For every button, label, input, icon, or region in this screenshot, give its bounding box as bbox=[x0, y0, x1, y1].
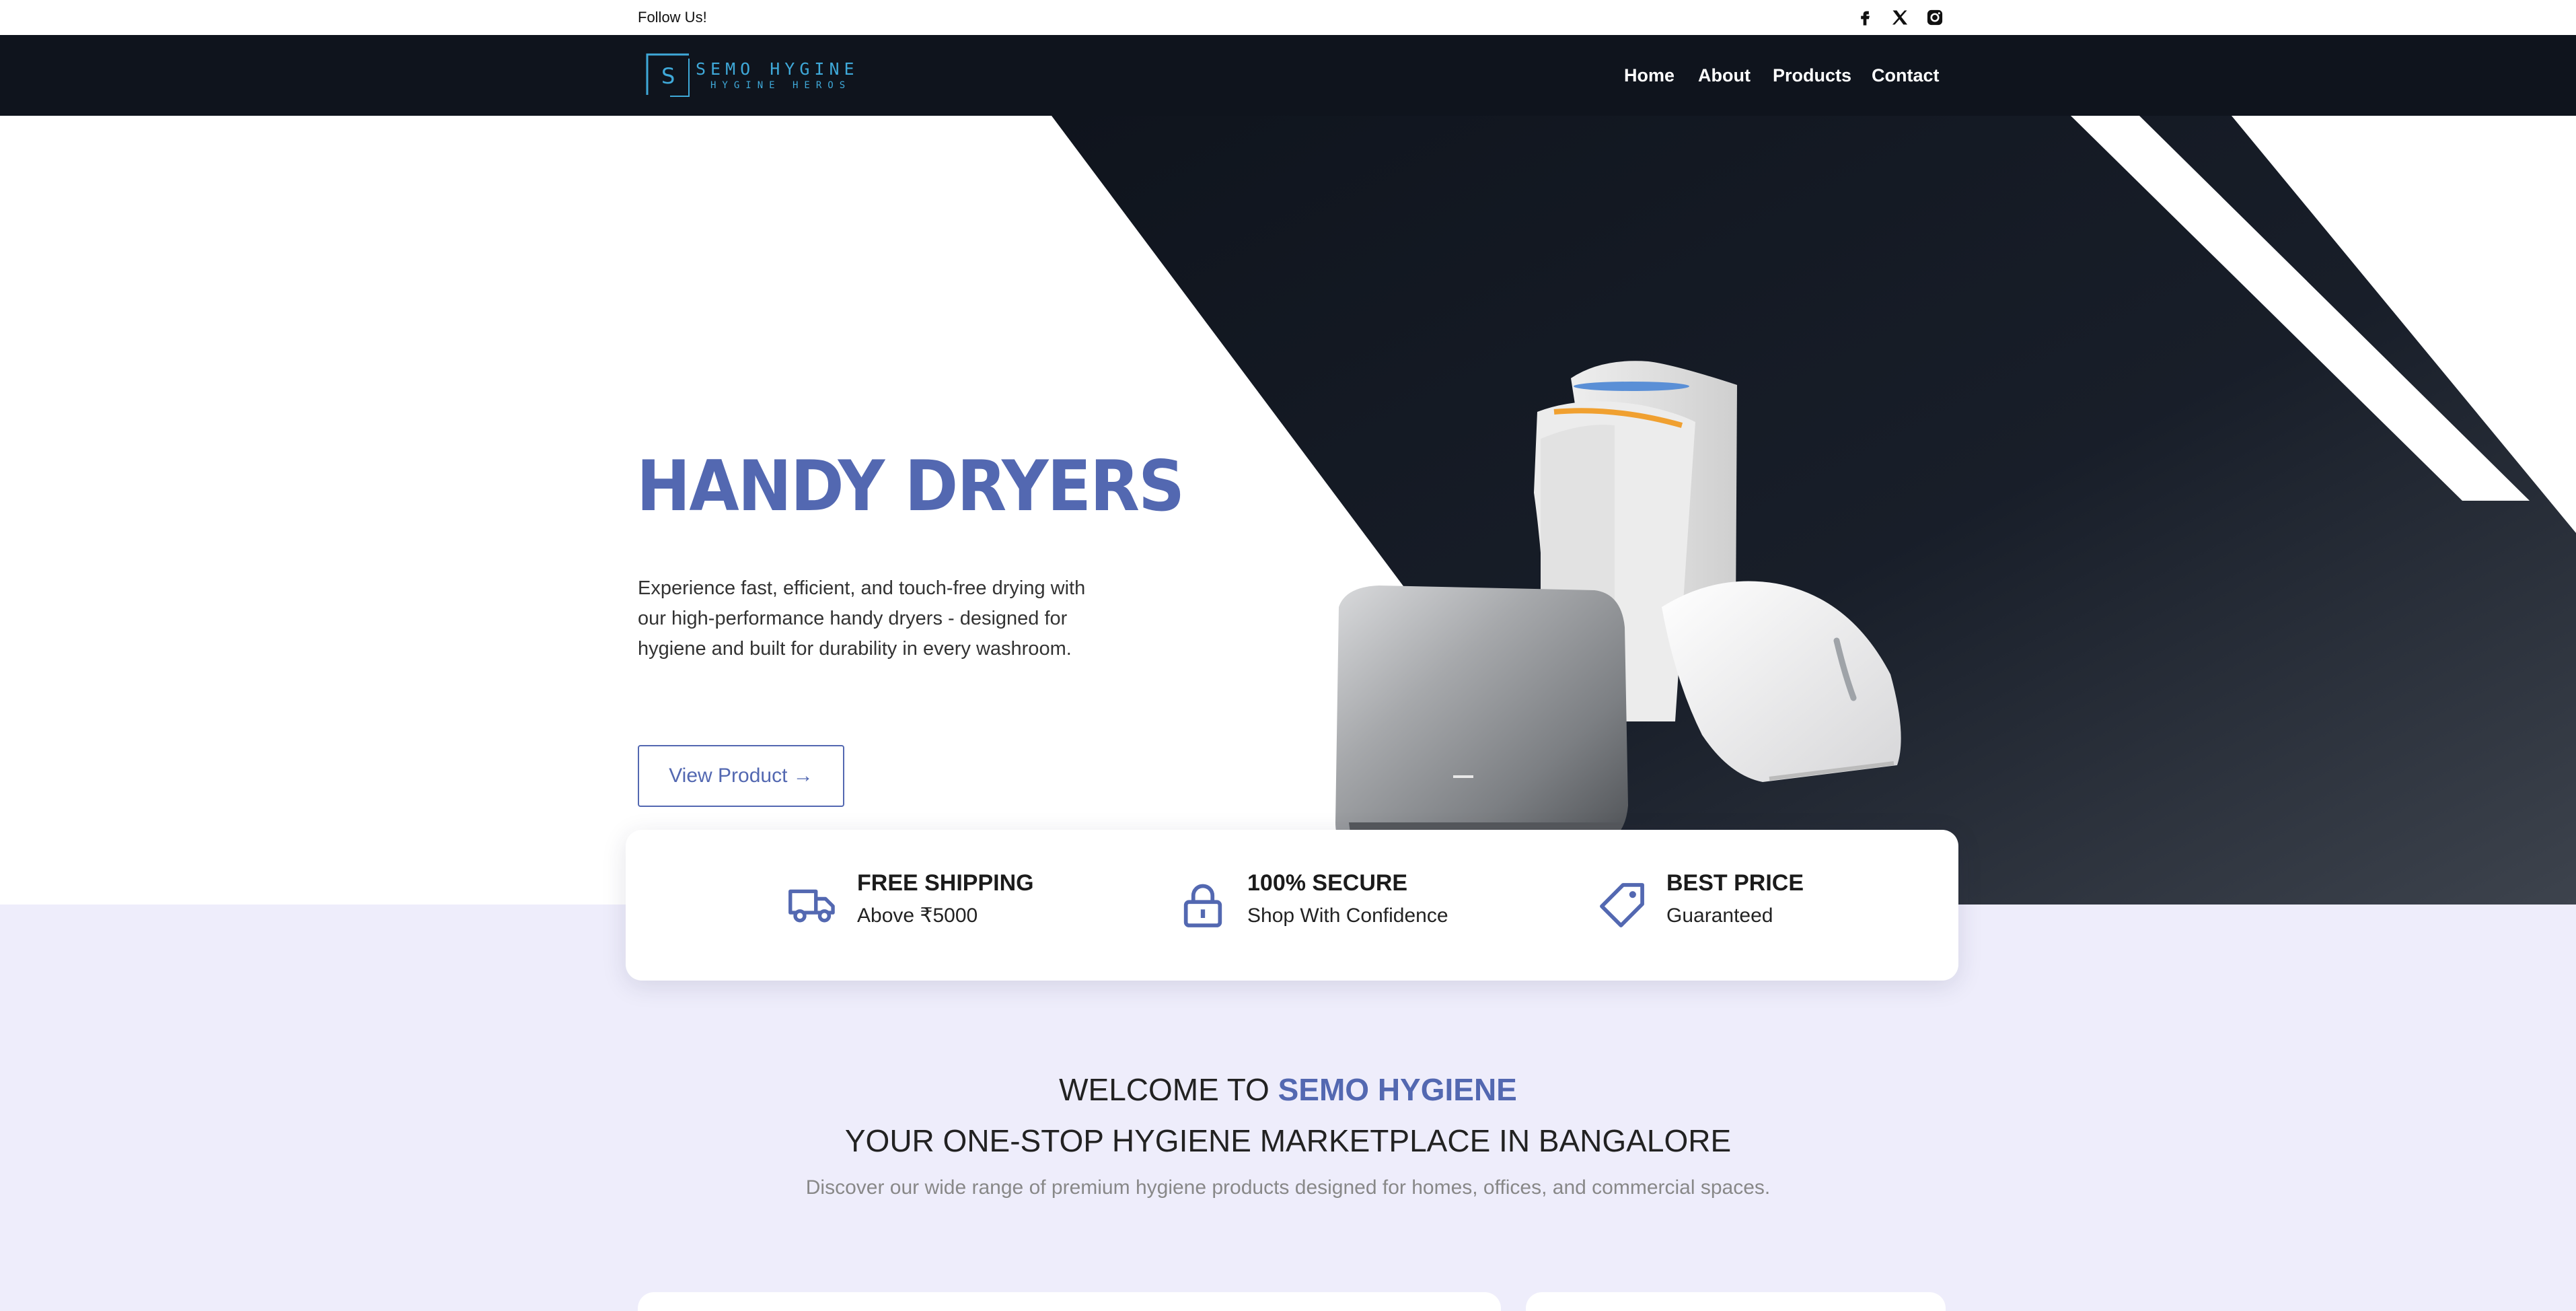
feature-title: BEST PRICE bbox=[1666, 870, 1804, 896]
welcome-heading: WELCOME TO SEMO HYGIENE bbox=[0, 1071, 2576, 1108]
nav-contact[interactable]: Contact bbox=[1872, 65, 1940, 86]
hand-dryers-image bbox=[1335, 361, 1901, 848]
hero-description: Experience fast, efficient, and touch-fr… bbox=[638, 577, 1086, 660]
logo-letter: S bbox=[661, 63, 675, 89]
feature-secure: 100% SECURE Shop With Confidence bbox=[1177, 867, 1448, 931]
welcome-description: Discover our wide range of premium hygie… bbox=[805, 1176, 1771, 1199]
follow-us-label: Follow Us! bbox=[638, 9, 707, 26]
hero-title: HANDY DRYERS bbox=[636, 446, 1185, 527]
feature-subtitle: Shop With Confidence bbox=[1247, 905, 1448, 927]
facebook-icon[interactable] bbox=[1854, 7, 1876, 28]
x-icon[interactable] bbox=[1889, 7, 1911, 28]
welcome-brand: SEMO HYGIENE bbox=[1278, 1072, 1517, 1107]
feature-title: 100% SECURE bbox=[1247, 870, 1408, 896]
instagram-icon[interactable] bbox=[1924, 7, 1946, 28]
feature-subtitle: Above ₹5000 bbox=[857, 905, 978, 927]
nav-home[interactable]: Home bbox=[1624, 65, 1675, 86]
top-bar: Follow Us! bbox=[0, 0, 2576, 35]
site-logo[interactable]: S SEMO HYGINE HYGINE HEROS bbox=[646, 53, 875, 98]
hero-banner: HANDY DRYERS Experience fast, efficient,… bbox=[0, 116, 2576, 905]
product-card[interactable] bbox=[1526, 1292, 1946, 1311]
feature-best-price: BEST PRICE Guaranteed bbox=[1596, 867, 1804, 931]
nav-products[interactable]: Products bbox=[1773, 65, 1851, 86]
logo-main-text: SEMO HYGINE bbox=[696, 59, 859, 79]
welcome-prefix: WELCOME TO bbox=[1059, 1072, 1278, 1107]
lock-icon bbox=[1183, 884, 1222, 927]
feature-title: FREE SHIPPING bbox=[857, 870, 1034, 896]
welcome-tagline: YOUR ONE-STOP HYGIENE MARKETPLACE IN BAN… bbox=[844, 1123, 1732, 1158]
feature-subtitle: Guaranteed bbox=[1666, 905, 1773, 927]
main-navbar bbox=[0, 35, 2576, 116]
view-product-button[interactable]: View Product → bbox=[638, 745, 844, 807]
features-card: FREE SHIPPING Above ₹5000 100% SECURE Sh… bbox=[626, 830, 1958, 981]
logo-sub-text: HYGINE HEROS bbox=[710, 80, 851, 91]
product-card[interactable] bbox=[638, 1292, 1501, 1311]
truck-icon bbox=[788, 889, 835, 923]
price-tag-icon bbox=[1600, 883, 1644, 927]
nav-about[interactable]: About bbox=[1698, 65, 1751, 86]
feature-free-shipping: FREE SHIPPING Above ₹5000 bbox=[787, 867, 1034, 931]
hero-background-shapes bbox=[1052, 116, 2576, 905]
